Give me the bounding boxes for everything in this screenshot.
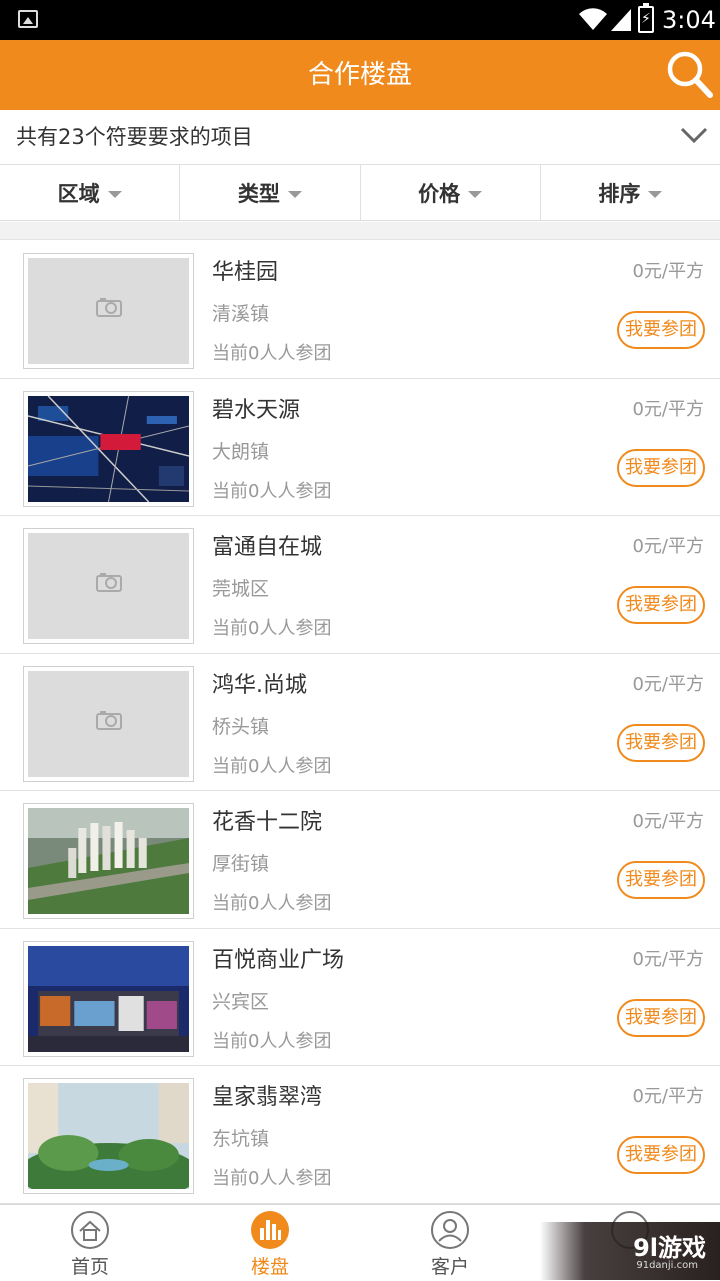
filter-label: 区域 <box>57 182 100 206</box>
title-bar: 合作楼盘 <box>0 40 720 110</box>
list-item[interactable]: 百悦商业广场 兴宾区 当前0人人参团 0元/平方 我要参团 <box>0 928 720 1066</box>
listing-thumbnail <box>23 803 194 919</box>
listing-price: 0元/平方 <box>632 398 704 420</box>
watermark-url: 91danji.com <box>636 1260 698 1271</box>
user-icon <box>431 1211 469 1249</box>
filter-price[interactable]: 价格 <box>361 165 541 221</box>
listing-participants: 当前0人人参团 <box>212 1030 332 1052</box>
listing-name: 花香十二院 <box>212 810 323 835</box>
list-item[interactable]: 鸿华.尚城 桥头镇 当前0人人参团 0元/平方 我要参团 <box>0 653 720 791</box>
filter-label: 类型 <box>237 182 280 206</box>
listing-town: 大朗镇 <box>212 440 270 463</box>
listing-participants: 当前0人人参团 <box>212 755 332 777</box>
listing-list: 华桂园 清溪镇 当前0人人参团 0元/平方 我要参团 碧水天源 大朗镇 当前0人… <box>0 241 720 1204</box>
image-notification-icon <box>18 10 38 28</box>
listing-price: 0元/平方 <box>632 536 704 557</box>
camera-placeholder-icon <box>95 710 122 730</box>
filter-label: 价格 <box>418 182 461 206</box>
tab-properties[interactable]: 楼盘 <box>180 1205 360 1281</box>
filter-region[interactable]: 区域 <box>0 165 181 221</box>
listing-price: 0元/平方 <box>632 811 704 832</box>
join-group-button[interactable]: 我要参团 <box>617 448 705 487</box>
join-group-button[interactable]: 我要参团 <box>617 723 705 762</box>
list-item[interactable]: 碧水天源 大朗镇 当前0人人参团 0元/平方 我要参团 <box>0 378 720 516</box>
tab-label: 首页 <box>70 1256 109 1278</box>
filter-type[interactable]: 类型 <box>180 165 361 221</box>
listing-participants: 当前0人人参团 <box>212 1168 332 1189</box>
listing-participants: 当前0人人参团 <box>212 893 332 914</box>
filter-label: 排序 <box>598 182 641 206</box>
signal-icon <box>611 9 631 31</box>
chart-icon <box>251 1211 289 1249</box>
list-item[interactable]: 富通自在城 莞城区 当前0人人参团 0元/平方 我要参团 <box>0 516 720 654</box>
tab-home[interactable]: 首页 <box>0 1205 180 1281</box>
listing-price: 0元/平方 <box>632 948 704 970</box>
home-icon <box>71 1211 109 1249</box>
filter-sort[interactable]: 排序 <box>541 165 720 221</box>
listing-thumbnail <box>23 1078 194 1194</box>
garden-image <box>28 1083 189 1189</box>
listing-name: 碧水天源 <box>212 397 301 423</box>
listing-name: 百悦商业广场 <box>212 947 345 973</box>
listing-name: 华桂园 <box>212 260 279 285</box>
listing-town: 兴宾区 <box>212 990 270 1013</box>
list-item[interactable]: 华桂园 清溪镇 当前0人人参团 0元/平方 我要参团 <box>0 241 720 379</box>
listing-thumbnail <box>23 665 194 782</box>
result-count-bar[interactable]: 共有23个符要要求的项目 <box>0 110 720 165</box>
camera-placeholder-icon <box>95 298 122 317</box>
listing-participants: 当前0人人参团 <box>212 618 332 639</box>
battery-icon: ⚡ <box>638 3 654 33</box>
listing-town: 桥头镇 <box>212 715 270 738</box>
listing-name: 皇家翡翠湾 <box>212 1085 323 1110</box>
join-group-button[interactable]: 我要参团 <box>617 311 705 349</box>
page-title: 合作楼盘 <box>307 60 412 90</box>
aerial-image <box>28 808 189 914</box>
listing-price: 0元/平方 <box>632 673 704 695</box>
listing-thumbnail <box>23 390 194 507</box>
list-item[interactable]: 花香十二院 厚街镇 当前0人人参团 0元/平方 我要参团 <box>0 791 720 929</box>
listing-thumbnail <box>23 253 194 369</box>
tab-label: 楼盘 <box>250 1256 289 1278</box>
list-item[interactable]: 皇家翡翠湾 东坑镇 当前0人人参团 0元/平方 我要参团 <box>0 1066 720 1204</box>
caret-down-icon <box>107 190 122 198</box>
listing-town: 东坑镇 <box>212 1128 270 1150</box>
listing-name: 鸿华.尚城 <box>212 672 307 698</box>
listing-thumbnail <box>23 940 194 1057</box>
listing-price: 0元/平方 <box>632 1086 704 1107</box>
listing-town: 莞城区 <box>212 578 270 600</box>
wifi-icon <box>579 8 607 30</box>
search-icon[interactable] <box>664 48 714 100</box>
caret-down-icon <box>468 190 483 198</box>
join-group-button[interactable]: 我要参团 <box>617 998 705 1037</box>
listing-price: 0元/平方 <box>632 261 704 282</box>
chevron-down-icon[interactable] <box>680 124 708 146</box>
listing-town: 厚街镇 <box>212 853 270 875</box>
map-image <box>28 395 189 502</box>
result-count-text: 共有23个符要要求的项目 <box>16 125 253 149</box>
listing-thumbnail <box>23 528 194 644</box>
status-time: 3:04 <box>662 6 716 34</box>
join-group-button[interactable]: 我要参团 <box>617 586 705 624</box>
watermark: 9l游戏 91danji.com <box>540 1222 720 1280</box>
filter-bar: 区域 类型 价格 排序 <box>0 165 720 221</box>
join-group-button[interactable]: 我要参团 <box>617 861 705 899</box>
tab-label: 客户 <box>430 1256 469 1278</box>
caret-down-icon <box>648 190 663 198</box>
watermark-logo: 9l游戏 <box>633 1234 706 1262</box>
listing-name: 富通自在城 <box>212 535 323 560</box>
listing-participants: 当前0人人参团 <box>212 343 332 364</box>
status-bar: ⚡ 3:04 <box>0 0 720 40</box>
night-building-image <box>28 945 189 1052</box>
tab-customers[interactable]: 客户 <box>360 1205 540 1281</box>
join-group-button[interactable]: 我要参团 <box>617 1136 705 1174</box>
caret-down-icon <box>287 190 302 198</box>
listing-participants: 当前0人人参团 <box>212 480 332 502</box>
section-divider <box>0 222 720 240</box>
listing-town: 清溪镇 <box>212 303 270 325</box>
camera-placeholder-icon <box>95 573 122 592</box>
